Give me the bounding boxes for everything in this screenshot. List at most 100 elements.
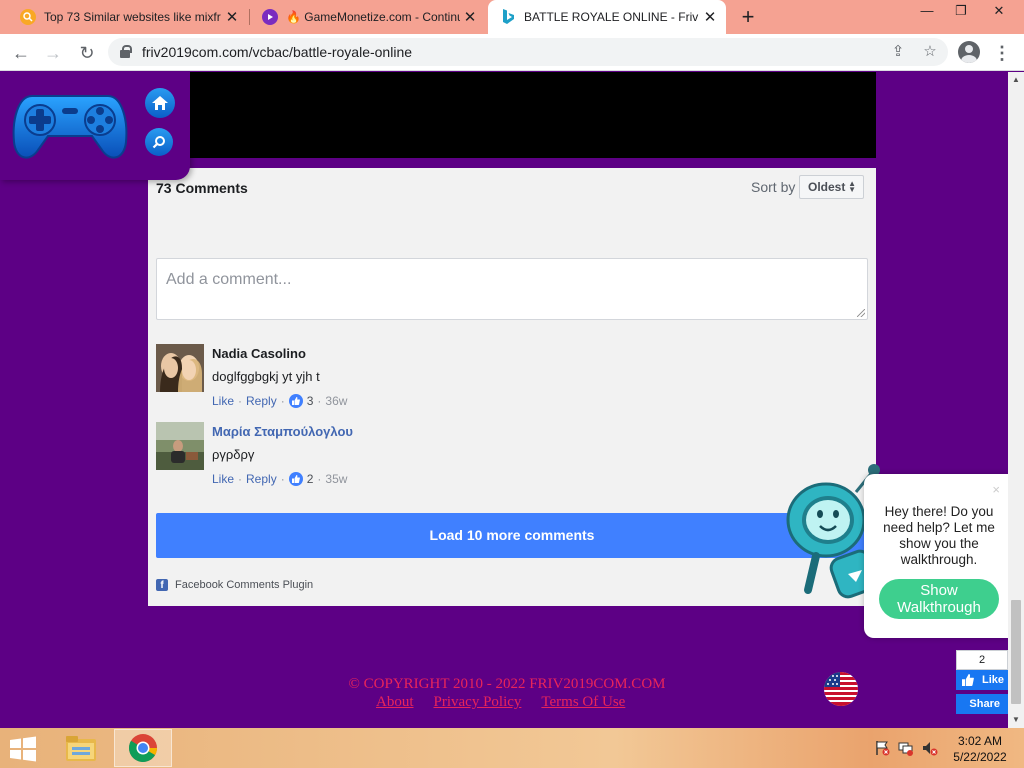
separator: · (280, 394, 285, 408)
tab-battle-royale[interactable]: BATTLE ROYALE ONLINE - Friv 20 ✕ (488, 0, 726, 34)
browser-menu-icon[interactable]: ⋮ (992, 40, 1012, 66)
thumbs-up-icon (288, 472, 303, 486)
restore-icon[interactable]: ❐ (944, 0, 978, 24)
comment-actions: Like · Reply · 3 · 36w (212, 394, 347, 408)
minimize-icon[interactable]: — (910, 0, 944, 24)
like-count: 3 (306, 394, 314, 408)
comment-author[interactable]: Μαρία Σταμπούλογλου (212, 424, 353, 439)
reply-link[interactable]: Reply (246, 472, 277, 486)
clock-date: 5/22/2022 (953, 750, 1007, 764)
tab-title: 🔥 GameMonetize.com - Continu (286, 10, 460, 24)
help-message: Hey there! Do you need help? Let me show… (883, 504, 995, 567)
comment-time[interactable]: 36w (325, 394, 347, 408)
comment-input[interactable]: Add a comment... (156, 258, 868, 320)
new-tab-plus-icon[interactable]: + (736, 4, 760, 30)
comment-author[interactable]: Nadia Casolino (212, 346, 306, 361)
avatar[interactable] (156, 344, 204, 392)
tab-title: Top 73 Similar websites like mixfr (44, 10, 221, 24)
bookmark-star-icon[interactable]: ☆ (920, 42, 940, 62)
comment-text: ργρδργ (212, 447, 255, 462)
folder-icon (66, 736, 96, 761)
like-link[interactable]: Like (212, 472, 234, 486)
facebook-icon: f (156, 579, 168, 591)
browser-toolbar: ← → ↻ friv2019com.com/vcbac/battle-royal… (0, 34, 1024, 71)
separator: · (238, 394, 243, 408)
scroll-down-arrow-icon[interactable]: ▼ (1008, 712, 1024, 728)
tab-similar-websites[interactable]: Top 73 Similar websites like mixfr ✕ (8, 0, 248, 34)
search-icon[interactable] (145, 128, 173, 156)
profile-avatar-icon[interactable] (958, 41, 980, 63)
comment-actions: Like · Reply · 2 · 35w (212, 472, 347, 486)
scroll-up-arrow-icon[interactable]: ▲ (1008, 72, 1024, 88)
separator: · (317, 472, 322, 486)
share-icon[interactable]: ⇪ (888, 42, 908, 62)
tab-close-icon[interactable]: ✕ (460, 8, 480, 26)
like-link[interactable]: Like (212, 394, 234, 408)
tab-gamemonetize[interactable]: 🔥 GameMonetize.com - Continu ✕ (250, 0, 486, 34)
comment-item: Nadia Casolino doglfggbgkj yt yjh t Like… (156, 344, 868, 414)
page-viewport: 73 Comments Sort by Oldest ▲ ▼ Add a comm… (0, 72, 1008, 728)
comment-count: 73 Comments (156, 180, 248, 196)
load-more-comments-button[interactable]: Load 10 more comments (156, 513, 868, 558)
sort-label: Sort by (751, 179, 796, 195)
chrome-icon (129, 734, 157, 762)
like-count-bubble: 2 (956, 650, 1008, 670)
bing-favicon-icon (500, 9, 516, 25)
network-icon[interactable] (898, 740, 914, 756)
like-count: 2 (306, 472, 314, 486)
facebook-like-button[interactable]: Like (956, 670, 1008, 690)
magnifier-favicon-icon (20, 9, 36, 25)
taskbar-file-explorer[interactable] (52, 729, 110, 767)
tab-close-icon[interactable]: ✕ (222, 8, 242, 26)
game-frame[interactable] (148, 72, 876, 158)
terms-of-use-link[interactable]: Terms Of Use (541, 694, 625, 711)
comment-item: Μαρία Σταμπούλογλου ργρδργ Like · Reply … (156, 422, 868, 492)
sort-select[interactable]: Oldest ▲ ▼ (799, 175, 864, 199)
plugin-credit-text: Facebook Comments Plugin (175, 579, 314, 591)
facebook-share-button[interactable]: Share (956, 694, 1008, 714)
thumbs-up-icon (288, 394, 303, 408)
action-center-flag-icon[interactable] (874, 740, 890, 756)
url-text: friv2019com.com/vcbac/battle-royale-onli… (142, 44, 413, 60)
gamemonetize-favicon-icon (262, 9, 278, 25)
taskbar: 3:02 AM 5/22/2022 (0, 728, 1024, 768)
us-flag-icon[interactable] (824, 672, 858, 706)
comment-text: doglfggbgkj yt yjh t (212, 369, 320, 384)
comment-time[interactable]: 35w (325, 472, 347, 486)
footer-links: About Privacy Policy Terms Of Use (376, 694, 625, 711)
help-close-icon[interactable]: × (992, 482, 1000, 497)
page-scrollbar[interactable]: ▲ ▼ (1008, 72, 1024, 728)
separator: · (317, 394, 322, 408)
facebook-like-widget: 2 Like Share (956, 650, 1008, 716)
plugin-credit[interactable]: f Facebook Comments Plugin (156, 579, 313, 591)
sort-caret-icon: ▲ ▼ (848, 179, 856, 194)
facebook-like-label: Like (981, 674, 1004, 686)
comment-placeholder: Add a comment... (166, 271, 292, 288)
separator: · (280, 472, 285, 486)
windows-start-icon[interactable] (8, 736, 38, 762)
gamepad-icon[interactable] (12, 90, 128, 162)
forward-arrow-icon[interactable]: → (40, 40, 66, 66)
system-clock[interactable]: 3:02 AM 5/22/2022 (948, 733, 1012, 765)
lock-icon (120, 45, 132, 58)
resize-handle-icon[interactable] (857, 309, 865, 317)
site-nav-panel (0, 72, 190, 180)
taskbar-chrome[interactable] (114, 729, 172, 767)
reload-icon[interactable]: ↻ (74, 40, 100, 66)
tab-close-icon[interactable]: ✕ (700, 8, 720, 26)
tab-title: BATTLE ROYALE ONLINE - Friv 20 (524, 10, 700, 24)
scrollbar-thumb[interactable] (1011, 600, 1021, 704)
volume-muted-icon[interactable] (922, 740, 938, 756)
show-walkthrough-button[interactable]: Show Walkthrough (879, 579, 999, 619)
window-close-icon[interactable]: ✕ (982, 0, 1016, 24)
address-bar[interactable]: friv2019com.com/vcbac/battle-royale-onli… (108, 38, 948, 66)
sort-value: Oldest (808, 180, 846, 194)
tab-strip: Top 73 Similar websites like mixfr ✕ 🔥 G… (0, 0, 1024, 34)
about-link[interactable]: About (376, 694, 414, 711)
back-arrow-icon[interactable]: ← (8, 40, 34, 66)
privacy-policy-link[interactable]: Privacy Policy (434, 694, 522, 711)
avatar[interactable] (156, 422, 204, 470)
home-icon[interactable] (145, 88, 175, 118)
facebook-comments-panel: 73 Comments Sort by Oldest ▲ ▼ Add a comm… (148, 168, 876, 606)
reply-link[interactable]: Reply (246, 394, 277, 408)
